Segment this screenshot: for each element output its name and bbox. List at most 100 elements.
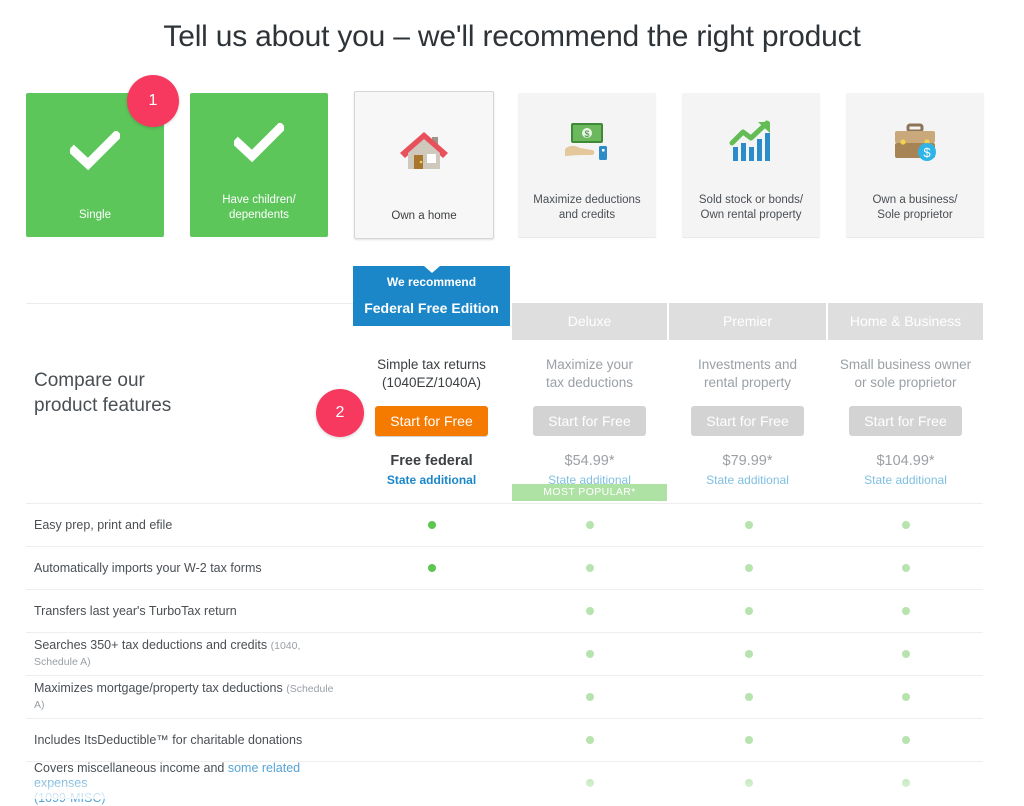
feature-dot-home-business	[902, 779, 910, 787]
house-icon	[355, 92, 493, 209]
money-hand-icon: $	[518, 93, 656, 193]
feature-label: Automatically imports your W-2 tax forms	[34, 547, 346, 589]
start-for-free-button-premier[interactable]: Start for Free	[691, 406, 804, 436]
feature-dot-home-business	[902, 693, 910, 701]
compare-features-title: Compare our product features	[34, 368, 171, 418]
start-for-free-button-home-business[interactable]: Start for Free	[849, 406, 962, 436]
product-cell-home-business: Small business owner or sole proprietor …	[828, 340, 983, 487]
feature-text: Covers miscellaneous income and	[34, 760, 228, 775]
chart-growth-icon	[682, 93, 820, 193]
feature-dot-deluxe	[586, 650, 594, 658]
situation-card-label: Sold stock or bonds/	[698, 194, 804, 206]
feature-dot-deluxe	[586, 779, 594, 787]
svg-text:$: $	[923, 145, 931, 160]
feature-dot-free	[428, 564, 436, 572]
situation-card-label: Maximize deductions	[533, 194, 641, 206]
check-icon	[190, 93, 328, 193]
product-cell-deluxe: Maximize your tax deductions Start for F…	[512, 340, 667, 487]
feature-text: Transfers last year's TurboTax return	[34, 603, 237, 618]
situation-card-label: Single	[79, 209, 111, 221]
situation-card-label: Own a business/	[872, 194, 958, 206]
feature-dot-home-business	[902, 650, 910, 658]
feature-dot-premier	[745, 779, 753, 787]
situation-card-own-business[interactable]: $ Own a business/ Sole proprietor	[846, 93, 984, 237]
feature-dot-deluxe	[586, 607, 594, 615]
product-price-free: Free federal	[390, 453, 473, 469]
desc-line-2: rental property	[703, 375, 792, 390]
situation-card-label-2: Own rental property	[700, 209, 802, 221]
recommend-label: We recommend	[386, 275, 477, 289]
feature-dot-deluxe	[586, 736, 594, 744]
feature-label: Covers miscellaneous income and some rel…	[34, 760, 346, 805]
product-desc-free: Simple tax returns (1040EZ/1040A)	[353, 356, 510, 392]
product-price-home-business: $104.99*	[876, 453, 935, 469]
feature-dot-premier	[745, 607, 753, 615]
product-name-free: Federal Free Edition	[364, 300, 499, 316]
feature-dot-deluxe	[586, 521, 594, 529]
feature-dot-home-business	[902, 521, 910, 529]
column-header-deluxe: Deluxe	[512, 303, 667, 340]
situation-card-label-2: Sole proprietor	[877, 209, 953, 221]
page-title: Tell us about you – we'll recommend the …	[163, 20, 861, 53]
situation-card-own-a-home[interactable]: Own a home	[354, 91, 494, 239]
feature-label: Transfers last year's TurboTax return	[34, 590, 346, 632]
pointer-notch-icon	[423, 266, 440, 273]
feature-dot-free	[428, 521, 436, 529]
desc-line-1: Maximize your	[545, 357, 634, 372]
step-badge-2: 2	[316, 389, 364, 437]
table-top-divider	[26, 303, 353, 304]
compare-title-line2: product features	[34, 395, 172, 416]
feature-dot-deluxe	[586, 693, 594, 701]
product-desc-home-business: Small business owner or sole proprietor	[828, 356, 983, 392]
feature-label: Maximizes mortgage/property tax deductio…	[34, 676, 346, 718]
column-header-premier: Premier	[669, 303, 826, 340]
feature-text: Easy prep, print and efile	[34, 517, 173, 532]
situation-card-maximize-deductions[interactable]: $ Maximize deductions and credits	[518, 93, 656, 237]
table-row: Automatically imports your W-2 tax forms	[26, 546, 983, 589]
situation-card-label-2: dependents	[228, 209, 290, 221]
start-for-free-button-deluxe[interactable]: Start for Free	[533, 406, 646, 436]
product-price-deluxe: $54.99*	[564, 453, 615, 469]
desc-line-1: Small business owner	[839, 357, 972, 372]
state-additional-premier[interactable]: State additional	[669, 473, 826, 487]
feature-dot-home-business	[902, 607, 910, 615]
recommendation-page: Tell us about you – we'll recommend the …	[0, 0, 1024, 805]
feature-dot-premier	[745, 564, 753, 572]
feature-dot-home-business	[902, 736, 910, 744]
briefcase-dollar-icon: $	[846, 93, 984, 193]
situation-card-label: Have children/	[222, 194, 296, 206]
situation-card-children[interactable]: Have children/ dependents	[190, 93, 328, 237]
feature-text: Maximizes mortgage/property tax deductio…	[34, 681, 283, 695]
table-row: Maximizes mortgage/property tax deductio…	[26, 675, 983, 718]
compare-title-line1: Compare our	[34, 370, 145, 391]
situation-card-label-2: and credits	[558, 209, 616, 221]
feature-dot-premier	[745, 521, 753, 529]
feature-note[interactable]: (1099-MISC)	[34, 791, 106, 805]
feature-label: Searches 350+ tax deductions and credits…	[34, 633, 346, 675]
state-additional-home-business[interactable]: State additional	[828, 473, 983, 487]
product-cell-premier: Investments and rental property Start fo…	[669, 340, 826, 487]
table-row: Transfers last year's TurboTax return	[26, 589, 983, 632]
product-cell-free: Simple tax returns (1040EZ/1040A) Start …	[353, 340, 510, 487]
situation-card-stocks-rental[interactable]: Sold stock or bonds/ Own rental property	[682, 93, 820, 237]
table-row: Easy prep, print and efile	[26, 503, 983, 546]
table-row: Covers miscellaneous income and some rel…	[26, 760, 983, 805]
product-price-premier: $79.99*	[722, 453, 773, 469]
feature-dot-premier	[745, 693, 753, 701]
product-desc-deluxe: Maximize your tax deductions	[512, 356, 667, 392]
state-additional-free[interactable]: State additional	[353, 473, 510, 487]
feature-rows: Easy prep, print and efile Automatically…	[26, 503, 983, 805]
feature-dot-premier	[745, 650, 753, 658]
desc-line-2: or sole proprietor	[854, 375, 957, 390]
situation-card-label: Own a home	[391, 210, 457, 222]
table-row: Includes ItsDeductible™ for charitable d…	[26, 718, 983, 761]
desc-line-1: Investments and	[697, 357, 798, 372]
svg-text:$: $	[584, 129, 589, 139]
start-for-free-button-free[interactable]: Start for Free	[375, 406, 488, 436]
table-row: Searches 350+ tax deductions and credits…	[26, 632, 983, 675]
column-header-home-business: Home & Business	[828, 303, 983, 340]
desc-line-1: Simple tax returns	[377, 357, 486, 372]
feature-dot-home-business	[902, 564, 910, 572]
feature-dot-deluxe	[586, 564, 594, 572]
desc-line-2: tax deductions	[545, 375, 634, 390]
